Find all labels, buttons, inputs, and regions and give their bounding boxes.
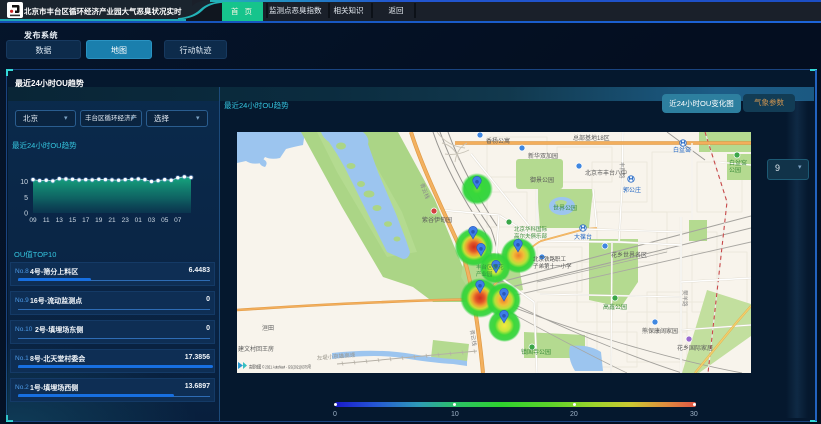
svg-text:0: 0 xyxy=(24,211,28,218)
svg-text:白盆窑: 白盆窑 xyxy=(673,146,691,154)
svg-text:熊保康阔家园: 熊保康阔家园 xyxy=(642,327,678,335)
svg-text:丰台区梨花: 丰台区梨花 xyxy=(476,263,504,271)
svg-text:总部基地18区: 总部基地18区 xyxy=(573,134,610,142)
svg-text:香杨公寓: 香杨公寓 xyxy=(486,137,510,145)
svg-text:05: 05 xyxy=(161,217,169,224)
svg-text:洹田: 洹田 xyxy=(262,324,274,332)
svg-text:北京华科国际: 北京华科国际 xyxy=(514,225,548,233)
svg-text:花乡国际家居: 花乡国际家居 xyxy=(677,344,713,352)
svg-text:09: 09 xyxy=(29,217,37,224)
svg-text:郭公庄: 郭公庄 xyxy=(623,186,641,194)
svg-text:23: 23 xyxy=(122,217,130,224)
svg-text:樊羊路: 樊羊路 xyxy=(681,290,689,307)
svg-text:镇国寺公园: 镇国寺公园 xyxy=(521,348,551,356)
svg-text:高尔夫俱乐部: 高尔夫俱乐部 xyxy=(514,232,548,240)
svg-text:19: 19 xyxy=(95,217,103,224)
svg-text:大葆台: 大葆台 xyxy=(574,233,592,241)
svg-text:17: 17 xyxy=(82,217,90,224)
svg-text:11: 11 xyxy=(43,217,50,224)
svg-text:01: 01 xyxy=(135,217,143,224)
svg-text:建文村回王房: 建文村回王房 xyxy=(238,345,274,353)
svg-text:花乡世界名区: 花乡世界名区 xyxy=(611,251,647,259)
svg-text:产业园: 产业园 xyxy=(476,270,493,278)
svg-text:北京铁路职工: 北京铁路职工 xyxy=(533,255,567,263)
svg-text:15: 15 xyxy=(69,217,77,224)
svg-text:13: 13 xyxy=(56,217,64,224)
svg-text:白盆窑: 白盆窑 xyxy=(729,159,747,167)
svg-text:10: 10 xyxy=(20,179,28,186)
svg-text:丰科路: 丰科路 xyxy=(618,162,626,179)
svg-text:03: 03 xyxy=(148,217,156,224)
svg-text:公园: 公园 xyxy=(729,167,741,174)
svg-text:21: 21 xyxy=(108,217,116,224)
svg-text:07: 07 xyxy=(174,217,182,224)
svg-text:高鑫公园: 高鑫公园 xyxy=(603,303,627,311)
svg-text:5: 5 xyxy=(24,195,28,202)
svg-text:子弟第十一小学: 子弟第十一小学 xyxy=(533,262,572,270)
svg-text:世界公园: 世界公园 xyxy=(553,204,577,212)
svg-text:高德地图 © 2021 AutoNavi - GS(2021: 高德地图 © 2021 AutoNavi - GS(2021)6375号 xyxy=(249,364,311,371)
svg-text:新华双加园: 新华双加园 xyxy=(528,152,558,160)
svg-text:紫谷伊甸园: 紫谷伊甸园 xyxy=(422,216,452,224)
svg-text:御景公园: 御景公园 xyxy=(530,176,554,184)
